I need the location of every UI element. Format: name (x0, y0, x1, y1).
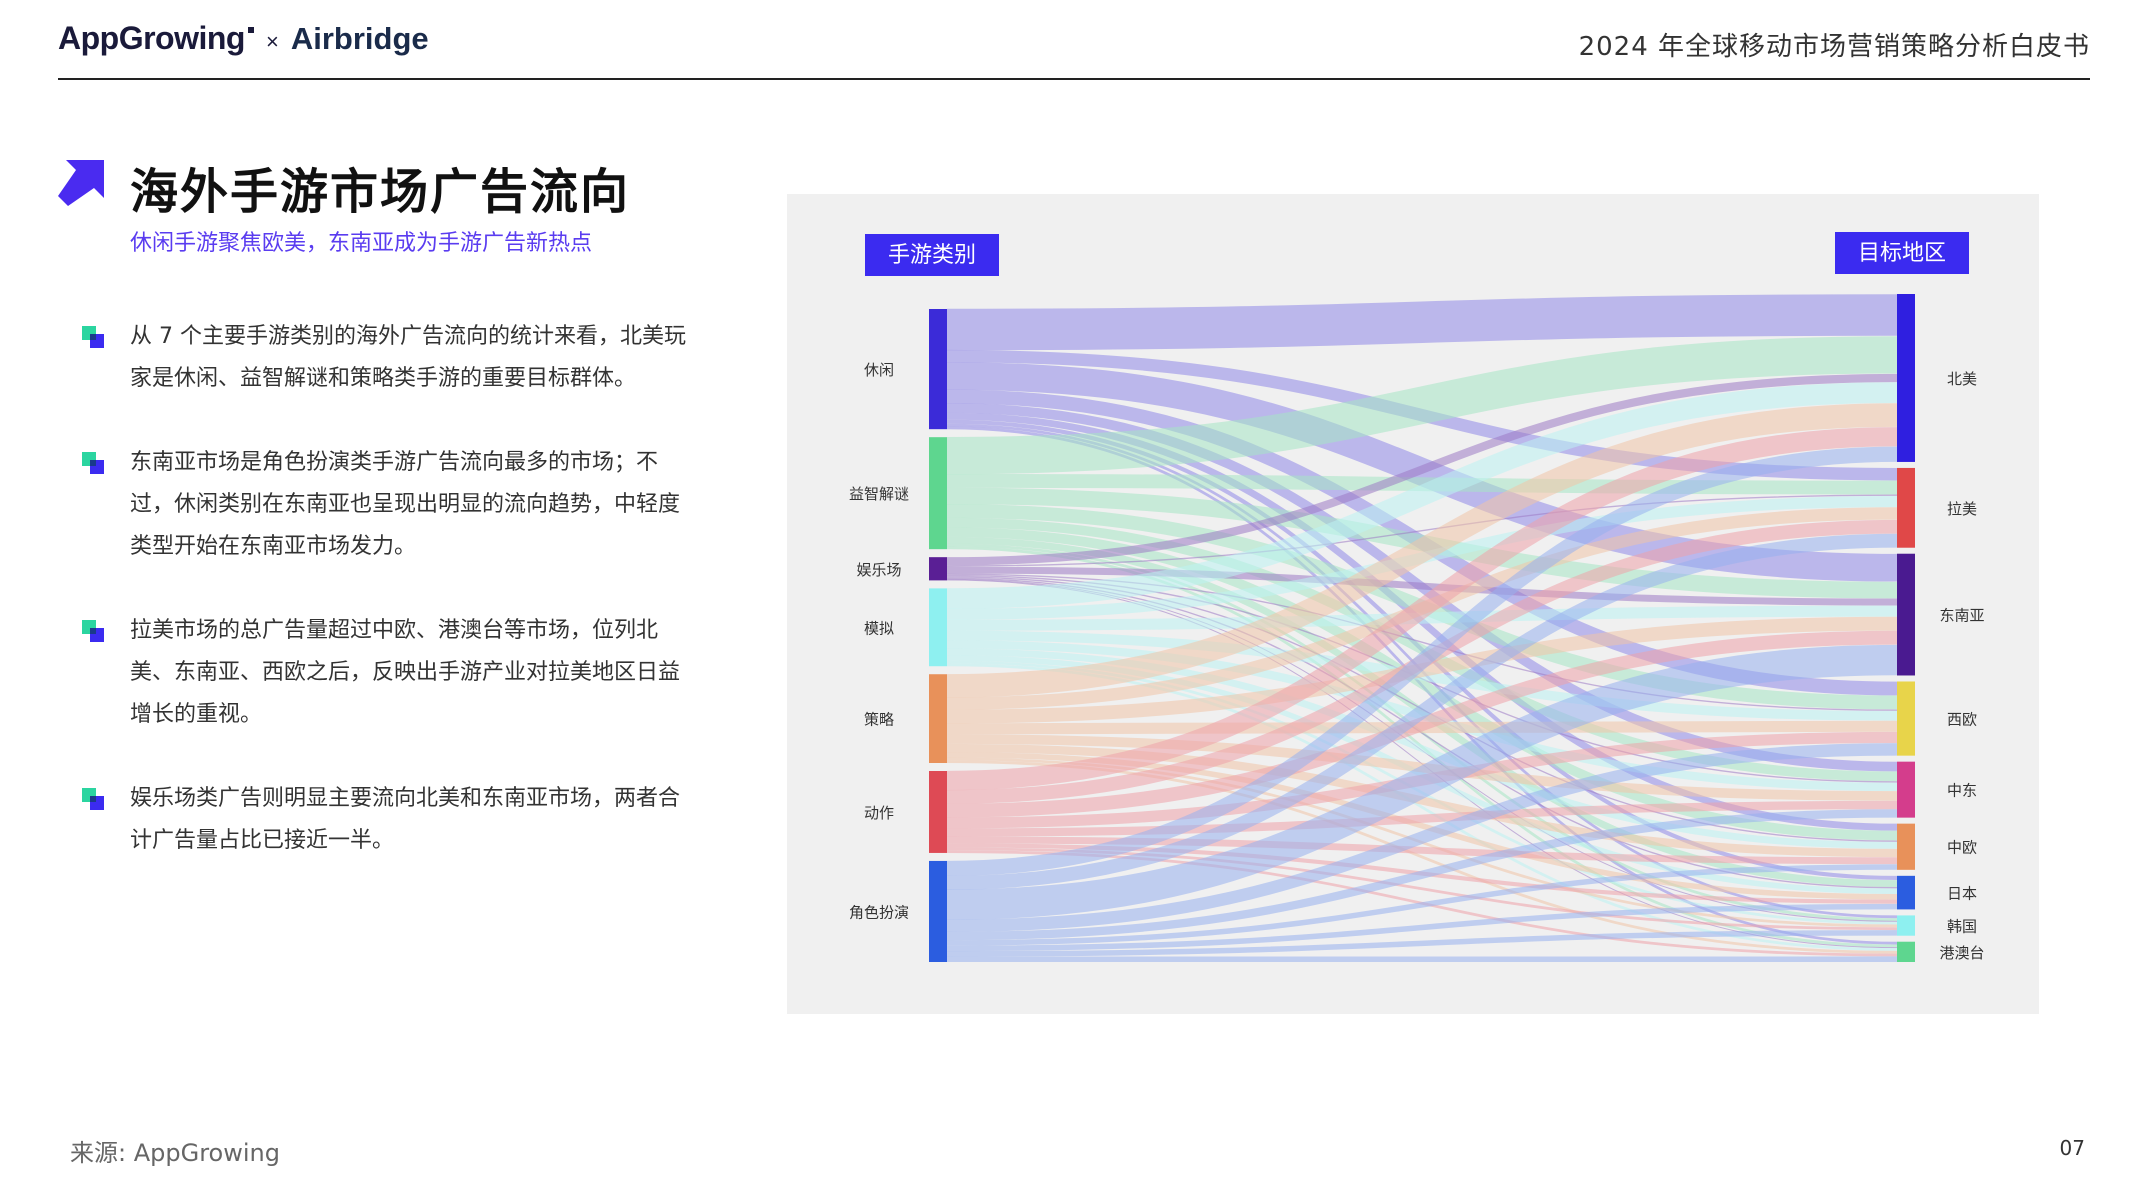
bullet-text: 拉美市场的总广告量超过中欧、港澳台等市场，位列北美、东南亚、西欧之后，反映出手游… (130, 618, 681, 727)
target-label-7: 韩国 (1947, 918, 1977, 936)
page-title: 海外手游市场广告流向 (130, 164, 631, 220)
source-node-4 (929, 674, 947, 763)
page-number: 07 (2059, 1136, 2085, 1160)
sankey-links (946, 294, 1898, 963)
bullet-list: 从 7 个主要手游类别的海外广告流向的统计来看，北美玩家是休闲、益智解谜和策略类… (80, 316, 700, 904)
target-label-8: 港澳台 (1939, 944, 1984, 962)
airbridge-logo: Airbridge (290, 21, 429, 56)
right-header-label: 目标地区 (1858, 241, 1946, 266)
source-label-1: 益智解谜 (849, 485, 909, 503)
target-label-3: 西欧 (1947, 711, 1977, 729)
target-node-2 (1897, 553, 1915, 676)
target-node-7 (1897, 915, 1915, 936)
source-node-5 (929, 770, 947, 853)
target-label-6: 日本 (1947, 885, 1977, 903)
target-node-3 (1897, 681, 1915, 756)
target-node-4 (1897, 761, 1915, 818)
left-header-badge: 手游类别 (865, 234, 999, 276)
square-bullet-icon (82, 620, 104, 642)
target-node-8 (1897, 941, 1915, 962)
sankey-chart-panel: 休闲 益智解谜 娱乐场 模拟 策略 动作 角色扮演 北美 拉美 东南亚 西欧 中东 中欧 日本 韩国 港澳台 … (787, 194, 2039, 1014)
arrow-up-right-icon (58, 160, 104, 206)
target-label-1: 拉美 (1947, 500, 1977, 518)
bullet-text: 从 7 个主要手游类别的海外广告流向的统计来看，北美玩家是休闲、益智解谜和策略类… (130, 324, 686, 391)
source-node-1 (929, 437, 947, 550)
document-title: 2024 年全球移动市场营销策略分析白皮书 (1578, 32, 2090, 62)
source-note: 来源: AppGrowing (70, 1139, 280, 1167)
bullet-item: 娱乐场类广告则明显主要流向北美和东南亚市场，两者合计广告量占比已接近一半。 (80, 778, 700, 862)
source-node-2 (929, 557, 947, 581)
logo-separator: × (265, 29, 279, 54)
source-label-3: 模拟 (864, 619, 894, 637)
target-node-6 (1897, 875, 1915, 910)
target-label-4: 中东 (1947, 782, 1977, 800)
target-label-2: 东南亚 (1939, 607, 1984, 625)
source-label-5: 动作 (864, 804, 894, 822)
brand-logos: AppGrowing × Airbridge (58, 20, 429, 57)
appgrowing-logo: AppGrowing (58, 20, 245, 56)
target-node-5 (1897, 823, 1915, 870)
page-header: AppGrowing × Airbridge 2024 年全球移动市场营销策略分… (58, 14, 2090, 80)
bullet-text: 东南亚市场是角色扮演类手游广告流向最多的市场；不过，休闲类别在东南亚也呈现出明显… (130, 450, 681, 559)
bullet-item: 拉美市场的总广告量超过中欧、港澳台等市场，位列北美、东南亚、西欧之后，反映出手游… (80, 610, 700, 736)
page-subtitle: 休闲手游聚焦欧美，东南亚成为手游广告新热点 (130, 231, 593, 256)
square-bullet-icon (82, 326, 104, 348)
right-header-badge: 目标地区 (1835, 232, 1969, 274)
bullet-text: 娱乐场类广告则明显主要流向北美和东南亚市场，两者合计广告量占比已接近一半。 (130, 786, 681, 853)
target-node-1 (1897, 467, 1915, 548)
bullet-item: 东南亚市场是角色扮演类手游广告流向最多的市场；不过，休闲类别在东南亚也呈现出明显… (80, 442, 700, 568)
square-bullet-icon (82, 452, 104, 474)
target-label-0: 北美 (1947, 370, 1977, 388)
source-node-6 (929, 860, 947, 962)
left-header-label: 手游类别 (888, 243, 976, 268)
source-node-3 (929, 588, 947, 667)
source-label-6: 角色扮演 (849, 903, 909, 921)
source-label-2: 娱乐场 (856, 561, 901, 579)
source-label-4: 策略 (864, 711, 894, 729)
logo-dot (247, 27, 254, 33)
sankey-link-0-0 (946, 294, 1898, 351)
source-label-0: 休闲 (864, 361, 894, 379)
bullet-item: 从 7 个主要手游类别的海外广告流向的统计来看，北美玩家是休闲、益智解谜和策略类… (80, 316, 700, 400)
target-label-5: 中欧 (1947, 839, 1977, 857)
sankey-chart: 休闲益智解谜娱乐场模拟策略动作角色扮演北美拉美东南亚西欧中东中欧日本韩国港澳台 … (849, 232, 1985, 963)
source-node-0 (929, 309, 947, 430)
target-node-0 (1897, 294, 1915, 462)
square-bullet-icon (82, 788, 104, 810)
